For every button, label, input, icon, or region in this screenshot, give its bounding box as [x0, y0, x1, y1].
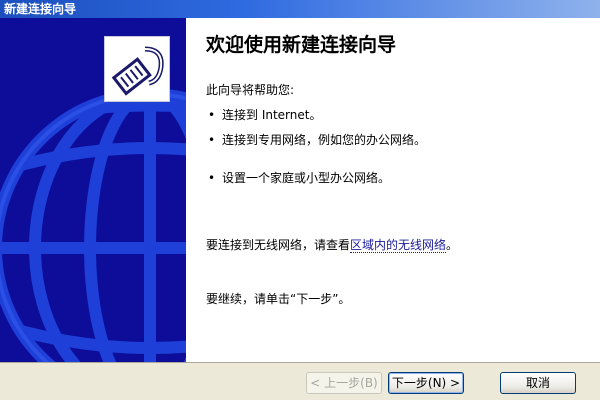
- wireless-prefix: 要连接到无线网络，请查看: [206, 238, 351, 252]
- wireless-networks-link[interactable]: 区域内的无线网络: [350, 238, 447, 253]
- network-cable-icon: [104, 36, 170, 102]
- wizard-content-panel: 欢迎使用新建连接向导 此向导将帮助您: • 连接到 Internet。 • 连接…: [186, 18, 600, 362]
- wizard-side-banner: [0, 18, 186, 362]
- title-bar[interactable]: 新建连接向导: [0, 0, 600, 18]
- bullet-dot: •: [208, 171, 216, 185]
- bullet-internet: 连接到 Internet。: [222, 108, 322, 122]
- next-button[interactable]: 下一步(N) >: [388, 372, 464, 394]
- cancel-button[interactable]: 取消: [500, 372, 576, 394]
- bullet-dot: •: [208, 133, 216, 147]
- window-title: 新建连接向导: [4, 2, 77, 16]
- continue-instruction: 要继续，请单击“下一步”。: [206, 292, 351, 306]
- intro-text: 此向导将帮助您:: [206, 83, 295, 97]
- wireless-suffix: 。: [446, 238, 459, 252]
- wizard-button-bar: < 上一步(B) 下一步(N) > 取消: [0, 362, 600, 400]
- bullet-private-network: 连接到专用网络，例如您的办公网络。: [222, 133, 427, 147]
- wireless-instruction: 要连接到无线网络，请查看区域内的无线网络。: [206, 237, 458, 253]
- bullet-dot: •: [208, 108, 216, 122]
- back-button[interactable]: < 上一步(B): [306, 372, 382, 394]
- new-connection-wizard-window: 新建连接向导 欢迎使用新建连接向导 此向导将帮助您: • 连接到 Interne…: [0, 0, 600, 400]
- page-title: 欢迎使用新建连接向导: [206, 34, 397, 56]
- bullet-home-network: 设置一个家庭或小型办公网络。: [222, 171, 391, 185]
